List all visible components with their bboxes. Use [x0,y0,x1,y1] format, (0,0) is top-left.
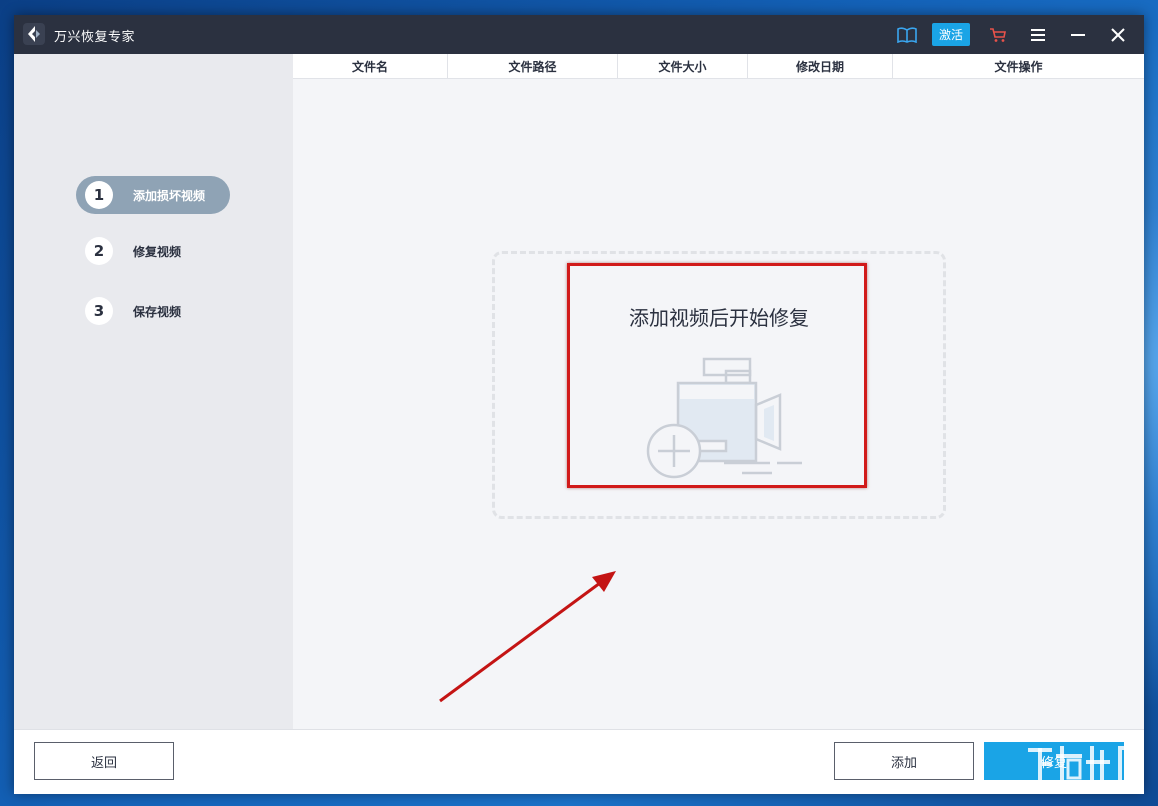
close-button[interactable] [1106,15,1130,54]
annotation-highlight-box [567,263,867,488]
add-button[interactable]: 添加 [834,742,974,780]
step-label: 保存视频 [133,305,182,319]
menu-button[interactable] [1026,15,1050,54]
step-number: 2 [85,237,113,265]
step-label: 添加损坏视频 [133,189,206,203]
cart-icon [990,27,1006,42]
steps-sidebar: 1 添加损坏视频 2 修复视频 3 保存视频 [14,54,293,729]
app-logo-icon [23,23,45,45]
column-header-filesize[interactable]: 文件大小 [618,54,748,78]
menu-icon [1031,28,1045,41]
activate-button[interactable]: 激活 [932,23,970,46]
column-header-modified-date[interactable]: 修改日期 [748,54,893,78]
cart-button[interactable] [986,15,1010,54]
step-repair-video: 2 修复视频 [76,232,230,270]
minimize-icon [1071,33,1085,36]
back-button[interactable]: 返回 [34,742,174,780]
table-header: 文件名 文件路径 文件大小 修改日期 文件操作 [293,54,1144,79]
app-title: 万兴恢复专家 [54,30,136,45]
column-header-filename[interactable]: 文件名 [293,54,448,78]
step-save-video: 3 保存视频 [76,292,230,330]
site-watermark-logo [1028,746,1144,782]
step-number: 1 [85,181,113,209]
action-bar: 返回 添加 修复 [14,729,1144,794]
step-add-damaged-video: 1 添加损坏视频 [76,176,230,214]
guide-button[interactable] [894,15,920,54]
book-icon [897,26,917,43]
step-number: 3 [85,297,113,325]
title-bar: 万兴恢复专家 激活 [14,15,1144,54]
step-label: 修复视频 [133,245,182,259]
column-header-file-actions: 文件操作 [994,59,1043,74]
close-icon [1111,27,1125,42]
column-header-filepath[interactable]: 文件路径 [448,54,618,78]
minimize-button[interactable] [1066,15,1090,54]
